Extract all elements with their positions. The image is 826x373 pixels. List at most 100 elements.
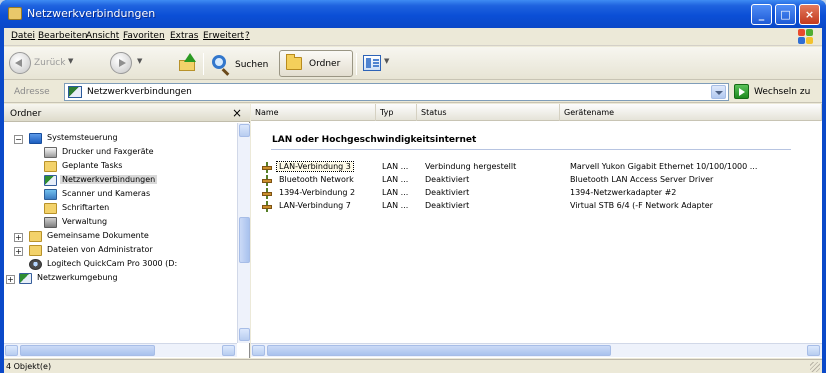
network-connection-icon: [261, 162, 274, 173]
table-row[interactable]: Bluetooth Network LAN ... Deaktiviert Bl…: [261, 174, 811, 187]
expand-gemeinsame-dokumente-button[interactable]: +: [14, 233, 23, 242]
menu-extras[interactable]: Extras: [170, 31, 198, 41]
folder-tree: − Systemsteuerung Drucker und Faxgeräte …: [4, 123, 237, 339]
maximize-button[interactable]: □: [775, 4, 796, 25]
back-arrow-icon[interactable]: [9, 52, 31, 74]
connection-name[interactable]: LAN-Verbindung 3: [276, 161, 354, 172]
address-dropdown-icon[interactable]: [711, 85, 726, 99]
status-bar: 4 Objekt(e): [4, 359, 822, 373]
go-button[interactable]: Wechseln zu: [732, 83, 822, 101]
column-name[interactable]: Name: [251, 104, 376, 121]
connection-name[interactable]: 1394-Verbindung 2: [279, 188, 355, 197]
toolbar-separator: [356, 53, 357, 75]
list-column-headers: Name Typ Status Gerätename: [251, 104, 822, 121]
close-folders-pane-button[interactable]: ×: [232, 106, 242, 120]
connection-type: LAN ...: [382, 201, 409, 210]
network-connection-icon: [261, 175, 274, 186]
scroll-left-icon[interactable]: [252, 345, 265, 356]
window-title: Netzwerkverbindungen: [27, 7, 156, 20]
scanner-icon: [44, 189, 57, 200]
tree-item-label: Dateien von Administrator: [47, 245, 153, 254]
address-value[interactable]: Netzwerkverbindungen: [87, 87, 192, 97]
collapse-systemsteuerung-button[interactable]: −: [14, 135, 23, 144]
menu-datei[interactable]: Datei: [11, 31, 35, 41]
column-type[interactable]: Typ: [376, 104, 417, 121]
table-row[interactable]: LAN-Verbindung 3 LAN ... Verbindung herg…: [261, 161, 811, 174]
folders-horizontal-scrollbar[interactable]: [4, 343, 237, 357]
scroll-right-icon[interactable]: [807, 345, 820, 356]
folder-icon: [286, 54, 302, 70]
printer-icon: [44, 147, 57, 158]
views-icon[interactable]: [363, 55, 381, 71]
connection-type: LAN ...: [382, 188, 409, 197]
camera-icon: [29, 259, 42, 270]
connection-status: Deaktiviert: [425, 188, 470, 197]
forward-dropdown-icon[interactable]: ▼: [137, 57, 142, 65]
menu-help[interactable]: ?: [245, 31, 250, 41]
expand-dateien-administrator-button[interactable]: +: [14, 247, 23, 256]
connection-device: 1394-Netzwerkadapter #2: [570, 188, 677, 197]
back-button-label[interactable]: Zurück: [34, 58, 65, 68]
scroll-left-icon[interactable]: [5, 345, 18, 356]
views-dropdown-icon[interactable]: ▼: [384, 57, 389, 65]
expand-netzwerkumgebung-button[interactable]: +: [6, 275, 15, 284]
tree-item-label: Geplante Tasks: [62, 161, 123, 170]
scroll-down-icon[interactable]: [239, 328, 250, 341]
menu-favoriten[interactable]: Favoriten: [123, 31, 165, 41]
minimize-button[interactable]: _: [751, 4, 772, 25]
tree-item-label: Verwaltung: [62, 217, 108, 226]
control-panel-icon: [29, 133, 42, 144]
folder-icon: [29, 231, 42, 242]
folder-up-icon[interactable]: [179, 53, 197, 73]
explorer-window: Netzwerkverbindungen _ □ × Datei Bearbei…: [0, 0, 826, 373]
menu-bearbeiten[interactable]: Bearbeiten: [38, 31, 87, 41]
table-row[interactable]: 1394-Verbindung 2 LAN ... Deaktiviert 13…: [261, 187, 811, 200]
column-device[interactable]: Gerätename: [560, 104, 822, 121]
forward-arrow-icon[interactable]: [110, 52, 132, 74]
tree-item-label: Netzwerkumgebung: [37, 273, 118, 282]
back-dropdown-icon[interactable]: ▼: [68, 57, 73, 65]
tree-item-label: Netzwerkverbindungen: [60, 175, 158, 184]
connection-name[interactable]: LAN-Verbindung 7: [279, 201, 351, 210]
connection-status: Deaktiviert: [425, 175, 470, 184]
standard-toolbar: Zurück ▼ ▼ Suchen Ordner ▼: [4, 47, 822, 80]
network-connection-icon: [261, 188, 274, 199]
network-connection-icon: [261, 201, 274, 212]
scroll-right-icon[interactable]: [222, 345, 235, 356]
tree-item-label: Schriftarten: [62, 203, 110, 212]
folders-pane-title: Ordner: [10, 109, 42, 119]
window-titlebar[interactable]: Netzwerkverbindungen _ □ ×: [0, 0, 826, 28]
go-arrow-icon: [734, 84, 749, 99]
scroll-thumb[interactable]: [20, 345, 155, 356]
scroll-up-icon[interactable]: [239, 124, 250, 137]
group-title: LAN oder Hochgeschwindigkeitsinternet: [272, 135, 477, 145]
scroll-thumb[interactable]: [267, 345, 611, 356]
connection-status: Deaktiviert: [425, 201, 470, 210]
folder-icon: [29, 245, 42, 256]
folders-button-label: Ordner: [309, 59, 341, 69]
folders-vertical-scrollbar[interactable]: [237, 123, 250, 343]
tree-item-label: Logitech QuickCam Pro 3000 (D:: [47, 259, 178, 268]
close-button[interactable]: ×: [799, 4, 820, 25]
tree-item-label: Gemeinsame Dokumente: [47, 231, 149, 240]
toolbar-separator: [203, 53, 204, 75]
network-folder-icon: [8, 7, 22, 20]
status-text: 4 Objekt(e): [6, 362, 52, 371]
group-divider: [271, 149, 791, 150]
connection-name[interactable]: Bluetooth Network: [279, 175, 354, 184]
connection-device: Marvell Yukon Gigabit Ethernet 10/100/10…: [570, 162, 758, 171]
resize-grip-icon[interactable]: [810, 362, 820, 372]
search-button[interactable]: Suchen: [210, 51, 272, 76]
address-field[interactable]: Netzwerkverbindungen: [64, 83, 729, 101]
menu-erweitert[interactable]: Erweitert: [203, 31, 244, 41]
column-status[interactable]: Status: [417, 104, 560, 121]
table-row[interactable]: LAN-Verbindung 7 LAN ... Deaktiviert Vir…: [261, 200, 811, 213]
connection-type: LAN ...: [382, 162, 409, 171]
list-horizontal-scrollbar[interactable]: [251, 343, 822, 357]
scroll-thumb[interactable]: [239, 217, 250, 263]
menu-bar: Datei Bearbeiten Ansicht Favoriten Extra…: [4, 28, 822, 46]
tools-icon: [44, 217, 57, 228]
windows-logo-icon: [798, 29, 814, 45]
folders-button[interactable]: Ordner: [279, 50, 353, 77]
menu-ansicht[interactable]: Ansicht: [86, 31, 119, 41]
